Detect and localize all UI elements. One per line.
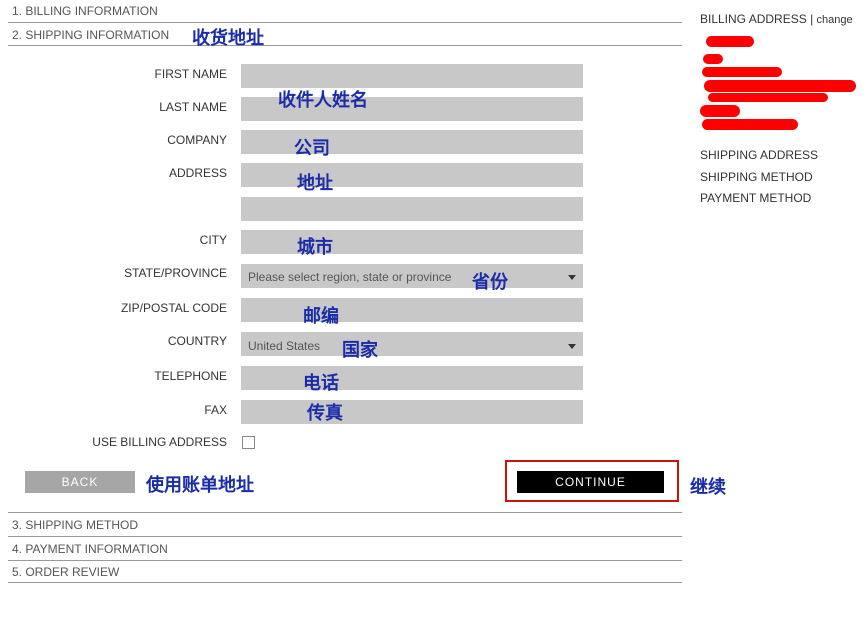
first-name-input[interactable] [241,64,583,88]
company-input[interactable] [241,130,583,154]
annotation-shipping-address: 收货地址 [192,28,264,49]
redacted-block [704,80,856,92]
country-chevron-down-icon [568,344,576,349]
fax-input[interactable] [241,400,583,424]
annotation-province: 省份 [472,272,508,293]
step-order-review[interactable]: 5. ORDER REVIEW [8,560,682,583]
zip-input[interactable] [241,298,583,322]
zip-label: ZIP/POSTAL CODE [120,301,227,315]
back-button[interactable]: BACK [25,471,135,493]
annotation-continue: 继续 [690,477,726,498]
use-billing-label: USE BILLING ADDRESS [92,435,227,449]
address-line2-input[interactable] [241,197,583,221]
step-billing-information[interactable]: 1. BILLING INFORMATION [8,0,682,22]
step-payment-information[interactable]: 4. PAYMENT INFORMATION [8,536,682,560]
telephone-label: TELEPHONE [154,369,227,383]
sidebar-billing-address-title: BILLING ADDRESS [700,12,807,26]
redacted-block [706,36,754,47]
step-payment-label: 4. PAYMENT INFORMATION [12,542,168,556]
annotation-fax: 传真 [307,403,343,424]
step-shipping-information[interactable]: 2. SHIPPING INFORMATION [8,22,682,46]
company-label: COMPANY [167,133,227,147]
country-select-value: United States [248,339,321,353]
redacted-block [702,119,798,130]
annotation-address: 地址 [297,173,333,194]
sidebar-billing-address-header: BILLING ADDRESS | change [700,12,853,26]
sidebar-separator: | [810,12,814,26]
country-label: COUNTRY [167,334,227,348]
address-label: ADDRESS [168,166,227,180]
use-billing-checkbox[interactable] [242,436,255,449]
annotation-zip: 邮编 [303,306,339,327]
step-shipping-method[interactable]: 3. SHIPPING METHOD [8,512,682,536]
state-chevron-down-icon [568,275,576,280]
step-shipping-method-label: 3. SHIPPING METHOD [12,518,139,532]
step-shipping-label: 2. SHIPPING INFORMATION [12,28,170,42]
first-name-label: FIRST NAME [154,67,227,81]
continue-button[interactable]: CONTINUE [517,471,664,493]
redacted-block [703,54,723,64]
annotation-phone: 电话 [303,373,339,394]
fax-label: FAX [204,403,227,417]
sidebar-shipping-address: SHIPPING ADDRESS [700,148,819,162]
annotation-company: 公司 [294,138,330,159]
annotation-country: 国家 [342,340,378,361]
annotation-recipient-name: 收件人姓名 [278,90,368,111]
redacted-block [702,67,782,77]
redacted-block [700,105,740,117]
sidebar-shipping-method: SHIPPING METHOD [700,170,813,184]
step-billing-label: 1. BILLING INFORMATION [12,4,158,18]
redacted-block [708,93,828,102]
annotation-city: 城市 [297,237,333,258]
city-input[interactable] [241,230,583,254]
sidebar-change-link[interactable]: change [817,14,853,26]
last-name-label: LAST NAME [159,100,227,114]
state-select-placeholder: Please select region, state or province [248,270,452,284]
address-line1-input[interactable] [241,163,583,187]
step-order-review-label: 5. ORDER REVIEW [12,565,120,579]
state-label: STATE/PROVINCE [124,266,227,280]
city-label: CITY [199,233,227,247]
annotation-use-billing: 使用账单地址 [146,475,254,496]
sidebar-payment-method: PAYMENT METHOD [700,191,812,205]
telephone-input[interactable] [241,366,583,390]
